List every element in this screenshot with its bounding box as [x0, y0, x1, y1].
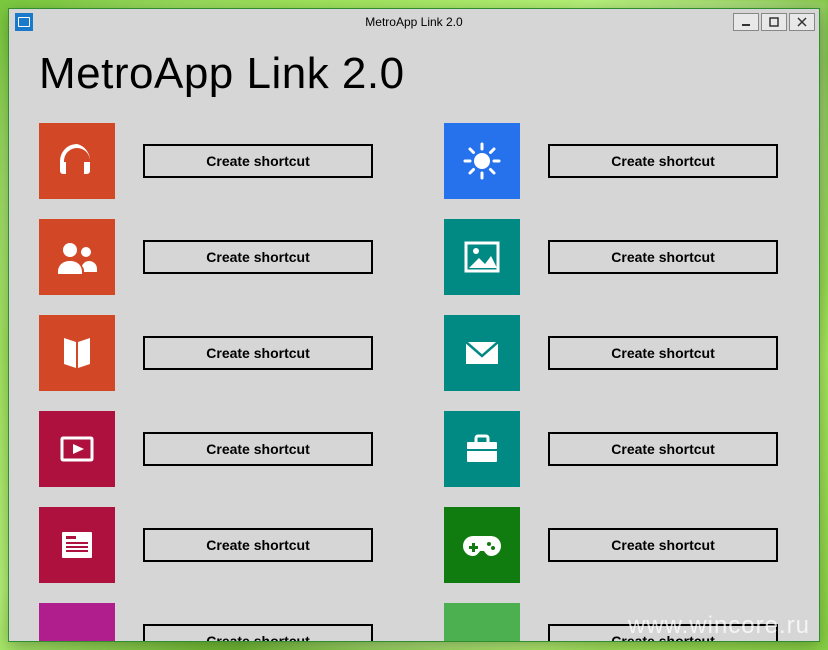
tile-row-video: Create shortcut — [39, 411, 384, 487]
create-shortcut-label: Create shortcut — [206, 249, 309, 265]
create-shortcut-label: Create shortcut — [206, 633, 309, 641]
photo-icon — [461, 236, 503, 278]
tile-row-music: Create shortcut — [39, 123, 384, 199]
minimize-icon — [741, 17, 751, 27]
news-icon — [56, 524, 98, 566]
create-shortcut-label: Create shortcut — [611, 633, 714, 641]
tile-news[interactable] — [39, 507, 115, 583]
titlebar[interactable]: MetroApp Link 2.0 — [9, 9, 819, 35]
create-shortcut-label: Create shortcut — [611, 441, 714, 457]
tile-photos[interactable] — [444, 219, 520, 295]
tile-video[interactable] — [39, 411, 115, 487]
page-title: MetroApp Link 2.0 — [39, 49, 789, 99]
close-button[interactable] — [789, 13, 815, 31]
tile-games[interactable] — [444, 507, 520, 583]
tile-extra1[interactable] — [39, 603, 115, 641]
app-icon — [15, 13, 33, 31]
mail-icon — [461, 332, 503, 374]
weather-icon — [461, 140, 503, 182]
create-shortcut-button-music[interactable]: Create shortcut — [143, 144, 373, 178]
tile-row-news: Create shortcut — [39, 507, 384, 583]
create-shortcut-button-weather[interactable]: Create shortcut — [548, 144, 778, 178]
tile-row-people: Create shortcut — [39, 219, 384, 295]
create-shortcut-button-travel[interactable]: Create shortcut — [548, 432, 778, 466]
games-icon — [461, 524, 503, 566]
tile-music[interactable] — [39, 123, 115, 199]
desktop-wallpaper: MetroApp Link 2.0 MetroApp Link 2.0 Crea… — [0, 0, 828, 650]
maximize-icon — [769, 17, 779, 27]
tile-travel[interactable] — [444, 411, 520, 487]
people-icon — [56, 236, 98, 278]
create-shortcut-label: Create shortcut — [206, 441, 309, 457]
create-shortcut-button-mail[interactable]: Create shortcut — [548, 336, 778, 370]
client-area: MetroApp Link 2.0 Create shortcutCreate … — [9, 35, 819, 641]
tile-row-mail: Create shortcut — [444, 315, 789, 391]
headphones-icon — [56, 140, 98, 182]
minimize-button[interactable] — [733, 13, 759, 31]
create-shortcut-label: Create shortcut — [611, 345, 714, 361]
tile-people[interactable] — [39, 219, 115, 295]
create-shortcut-button-extra2[interactable]: Create shortcut — [548, 624, 778, 641]
tile-row-extra2: Create shortcut — [444, 603, 789, 641]
tile-row-reading: Create shortcut — [39, 315, 384, 391]
create-shortcut-button-photos[interactable]: Create shortcut — [548, 240, 778, 274]
tile-row-games: Create shortcut — [444, 507, 789, 583]
create-shortcut-label: Create shortcut — [611, 537, 714, 553]
create-shortcut-label: Create shortcut — [206, 153, 309, 169]
create-shortcut-label: Create shortcut — [611, 249, 714, 265]
tile-mail[interactable] — [444, 315, 520, 391]
create-shortcut-button-video[interactable]: Create shortcut — [143, 432, 373, 466]
create-shortcut-button-news[interactable]: Create shortcut — [143, 528, 373, 562]
tiles-grid: Create shortcut Create shortcut Create sho… — [39, 123, 789, 641]
create-shortcut-button-extra1[interactable]: Create shortcut — [143, 624, 373, 641]
maximize-button[interactable] — [761, 13, 787, 31]
create-shortcut-button-people[interactable]: Create shortcut — [143, 240, 373, 274]
tile-row-extra1: Create shortcut — [39, 603, 384, 641]
create-shortcut-label: Create shortcut — [206, 345, 309, 361]
window-controls — [733, 13, 815, 31]
create-shortcut-button-games[interactable]: Create shortcut — [548, 528, 778, 562]
briefcase-icon — [461, 428, 503, 470]
tile-weather[interactable] — [444, 123, 520, 199]
video-icon — [56, 428, 98, 470]
app-window: MetroApp Link 2.0 MetroApp Link 2.0 Crea… — [8, 8, 820, 642]
create-shortcut-label: Create shortcut — [206, 537, 309, 553]
close-icon — [797, 17, 807, 27]
blank-icon — [56, 620, 98, 641]
tile-extra2[interactable] — [444, 603, 520, 641]
tile-reading[interactable] — [39, 315, 115, 391]
blank-icon — [461, 620, 503, 641]
window-title: MetroApp Link 2.0 — [9, 15, 819, 29]
reading-icon — [56, 332, 98, 374]
tile-row-photos: Create shortcut — [444, 219, 789, 295]
create-shortcut-button-reading[interactable]: Create shortcut — [143, 336, 373, 370]
tile-row-weather: Create shortcut — [444, 123, 789, 199]
tile-row-travel: Create shortcut — [444, 411, 789, 487]
create-shortcut-label: Create shortcut — [611, 153, 714, 169]
